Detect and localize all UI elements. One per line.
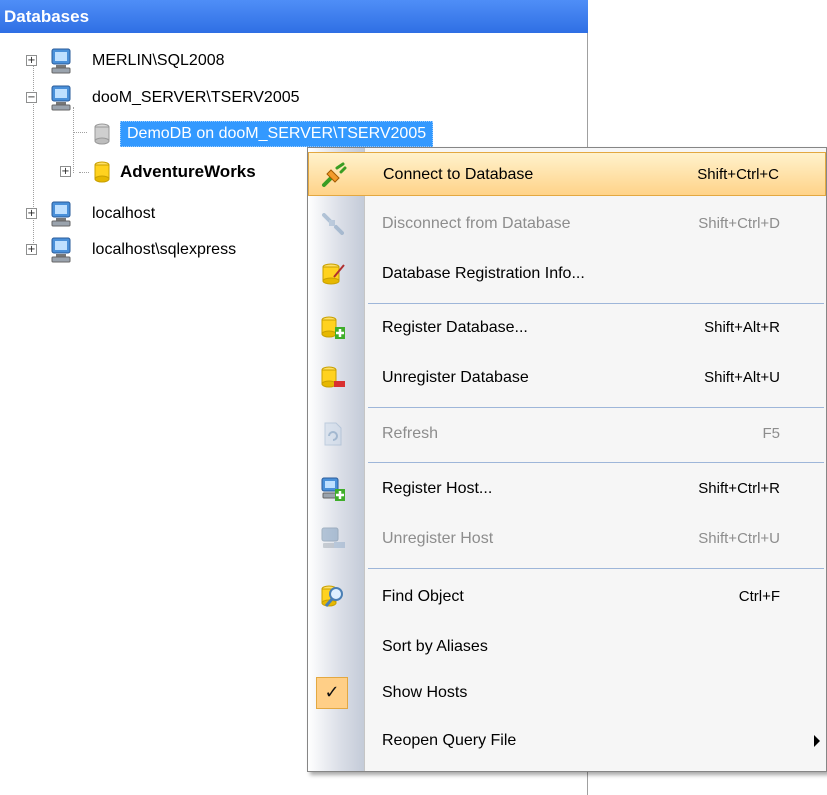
register-database-icon [321,316,345,339]
tree-node-label: localhost [92,205,156,222]
server-host-icon [51,237,71,263]
menu-item-label: Find Object [382,588,464,605]
menu-item-label: Database Registration Info... [382,265,585,282]
menu-item-show-hosts[interactable]: ✓ Show Hosts [308,671,826,715]
menu-item-shortcut: Ctrl+F [738,588,780,605]
checkmark-icon: ✓ [316,677,348,709]
menu-item-label: Connect to Database [383,166,534,183]
tree-node-localhost[interactable]: + localhost [0,196,300,232]
menu-item-label: Unregister Host [382,530,494,547]
tree-node-localhost-sqlexpress[interactable]: + localhost\sqlexpress [0,232,300,268]
menu-item-register-host[interactable]: Register Host... Shift+Ctrl+R [308,467,826,511]
server-host-icon [51,85,71,111]
menu-item-connect-to-database[interactable]: Connect to Database Shift+Ctrl+C [308,152,826,196]
expand-toggle[interactable]: + [60,166,71,177]
server-host-icon [51,48,71,74]
database-info-icon [322,263,345,285]
menu-item-label: Sort by Aliases [382,638,488,655]
collapse-toggle[interactable]: − [26,92,37,103]
menu-item-label: Disconnect from Database [382,215,571,232]
tree-node-label: localhost\sqlexpress [92,241,237,258]
menu-item-find-object[interactable]: Find Object Ctrl+F [308,575,826,619]
expand-toggle[interactable]: + [26,208,37,219]
register-host-icon [321,477,345,501]
disconnect-icon [322,213,344,235]
menu-item-shortcut: Shift+Alt+U [704,369,780,386]
database-icon [94,123,110,145]
menu-item-database-registration-info[interactable]: Database Registration Info... [308,252,826,296]
menu-separator [368,303,824,304]
menu-item-shortcut: Shift+Ctrl+R [698,480,780,497]
menu-item-disconnect-from-database[interactable]: Disconnect from Database Shift+Ctrl+D [308,202,826,246]
tree-node-doom-server[interactable]: − dooM_SERVER\TSERV2005 [0,80,400,116]
menu-separator [368,462,824,463]
unregister-database-icon [321,366,345,388]
expand-toggle[interactable]: + [26,244,37,255]
menu-item-register-database[interactable]: Register Database... Shift+Alt+R [308,306,826,350]
unregister-host-icon [321,527,345,548]
menu-item-refresh[interactable]: Refresh F5 [308,412,826,456]
context-menu: Connect to Database Shift+Ctrl+C Disconn… [307,147,827,772]
menu-item-unregister-database[interactable]: Unregister Database Shift+Alt+U [308,356,826,400]
tree-node-merlin[interactable]: + MERLIN\SQL2008 [0,43,400,79]
menu-item-shortcut: Shift+Ctrl+D [698,215,780,232]
menu-item-shortcut: F5 [762,425,780,442]
menu-separator [368,407,824,408]
server-host-icon [51,201,71,227]
menu-item-unregister-host[interactable]: Unregister Host Shift+Ctrl+U [308,517,826,561]
menu-item-shortcut: Shift+Ctrl+C [697,166,779,183]
menu-item-label: Register Database... [382,319,528,336]
find-object-icon [321,585,343,607]
menu-item-reopen-query-file[interactable]: Reopen Query File [308,719,826,763]
menu-separator [368,568,824,569]
tree-node-label: dooM_SERVER\TSERV2005 [92,89,300,106]
tree-node-label: DemoDB on dooM_SERVER\TSERV2005 [120,121,434,147]
submenu-arrow-icon [814,735,820,747]
menu-item-shortcut: Shift+Alt+R [704,319,780,336]
menu-item-label: Register Host... [382,480,493,497]
tree-node-adventureworks[interactable]: + AdventureWorks [0,154,300,190]
connect-icon [322,162,347,187]
menu-item-sort-by-aliases[interactable]: Sort by Aliases [308,625,826,669]
menu-item-label: Refresh [382,425,439,442]
tree-node-label: MERLIN\SQL2008 [92,52,225,69]
tree-node-label: AdventureWorks [120,162,256,181]
expand-toggle[interactable]: + [26,55,37,66]
refresh-icon [324,422,342,446]
panel-title: Databases [0,0,588,33]
menu-item-label: Reopen Query File [382,732,517,749]
menu-item-label: Show Hosts [382,684,468,701]
menu-item-shortcut: Shift+Ctrl+U [698,530,780,547]
menu-item-label: Unregister Database [382,369,529,386]
database-icon [94,161,110,183]
